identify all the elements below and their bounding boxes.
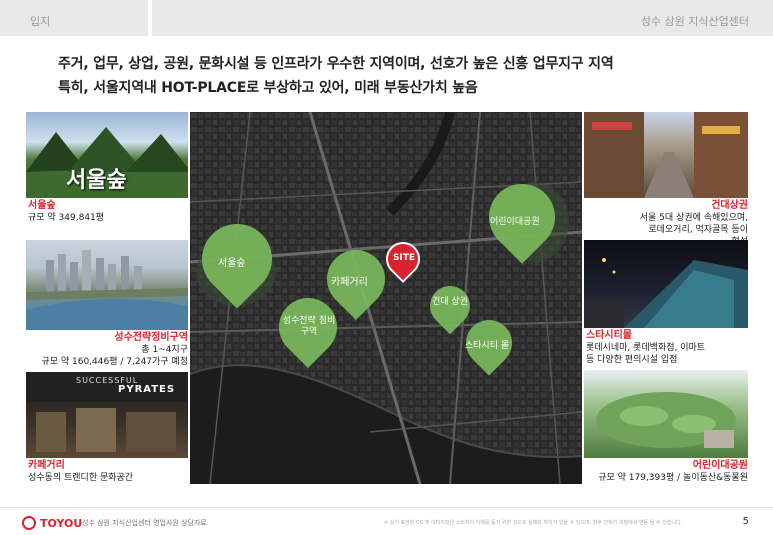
page-number: 5: [742, 516, 749, 527]
konkuk-area-photo: [584, 112, 748, 198]
marker-seoul-forest-label: 서울숲: [218, 258, 246, 269]
header-right-bar: 성수 삼원 지식산업센터: [152, 0, 773, 36]
cafe-street-photo: SUCCESSFUL PYRATES: [26, 372, 188, 458]
site-marker-label: SITE: [392, 253, 416, 263]
renewal-district-desc-2: 규모 약 160,446평 / 7,247가구 예정: [41, 357, 188, 367]
header-left-bar: 입지: [0, 0, 148, 36]
brand-name: TOYOU: [40, 517, 83, 530]
section-label: 입지: [30, 15, 51, 28]
logo-mark-icon: [22, 516, 36, 530]
marker-konkuk-area-label: 건대 상권: [432, 297, 468, 307]
headline-line-1: 주거, 업무, 상업, 공원, 문화시설 등 인프라가 우수한 지역이며, 선호…: [58, 56, 614, 72]
childrens-park-photo: [584, 370, 748, 458]
starcity-mall-desc-1: 롯데시네마, 롯데백화점, 이마트: [586, 343, 706, 353]
konkuk-area-desc-1: 서울 5대 상권에 속해있으며,: [639, 213, 748, 223]
starcity-mall-desc-2: 등 다양한 편의시설 입점: [586, 355, 678, 365]
footer-disclaimer: ※ 상기 표현된 CG 및 이미지컷은 소비자의 이해를 돕기 위한 것으로 실…: [384, 520, 683, 526]
childrens-park-desc: 규모 약 179,393평 / 놀이동산&동물원: [598, 473, 748, 483]
konkuk-area-desc-2: 로데오거리, 먹자골목 등이: [648, 225, 748, 235]
starcity-mall-caption: 스타시티몰 롯데시네마, 롯데백화점, 이마트 등 다양한 편의시설 입점: [586, 330, 705, 366]
mall-illustration: [584, 258, 748, 328]
footer: TOYOU 성수 삼원 지식산업센터 영업사원 상담자료 ※ 상기 표현된 CG…: [0, 507, 773, 535]
map-graphic: [190, 112, 582, 484]
brand-logo: TOYOU: [22, 516, 82, 530]
marker-renewal-district-label: 성수전략 정비구역: [282, 316, 336, 337]
apartments-illustration: [26, 250, 188, 330]
marker-childrens-park-label: 어린이대공원: [490, 217, 540, 227]
renewal-district-caption: 성수전략정비구역 총 1~4지구 규모 약 160,446평 / 7,247가구…: [26, 332, 188, 368]
childrens-park-caption: 어린이대공원 규모 약 179,393평 / 놀이동산&동물원: [584, 460, 748, 484]
headline-line-2: 특히, 서울지역내 HOT-PLACE로 부상하고 있어, 미래 부동산가치 높…: [58, 80, 478, 96]
project-title: 성수 삼원 지식산업센터: [640, 15, 749, 28]
park-illustration: [596, 392, 736, 448]
renewal-district-title: 성수전략정비구역: [114, 332, 188, 343]
marker-cafe-street-label: 카페거리: [331, 277, 368, 288]
seoul-forest-caption: 서울숲 규모 약 349,841평: [28, 200, 104, 224]
seoul-forest-photo: 서울숲: [26, 112, 188, 198]
konkuk-area-title: 건대상권: [711, 200, 748, 211]
marker-starcity-mall-label: 스타시티 몰: [464, 341, 510, 351]
starcity-mall-photo: [584, 240, 748, 328]
seoul-forest-photo-text: 서울숲: [66, 168, 127, 193]
childrens-park-title: 어린이대공원: [692, 460, 748, 471]
starcity-mall-title: 스타시티몰: [586, 330, 632, 341]
headline: 주거, 업무, 상업, 공원, 문화시설 등 인프라가 우수한 지역이며, 선호…: [58, 52, 758, 100]
cafe-street-title: 카페거리: [28, 460, 65, 471]
street-illustration: [584, 112, 748, 198]
seoul-forest-title: 서울숲: [28, 200, 56, 211]
area-map[interactable]: 서울숲 카페거리 성수전략 정비구역 어린이대공원 건대 상권 스타시티 몰 S…: [190, 112, 582, 484]
cafe-street-desc: 성수동의 트렌디한 문화공간: [28, 473, 134, 483]
renewal-district-photo: [26, 240, 188, 330]
cafe-sign: PYRATES: [118, 384, 176, 395]
renewal-district-desc-1: 총 1~4지구: [141, 345, 188, 355]
seoul-forest-desc: 규모 약 349,841평: [28, 213, 105, 223]
footer-text: 성수 삼원 지식산업센터 영업사원 상담자료: [82, 519, 207, 527]
cafe-street-caption: 카페거리 성수동의 트렌디한 문화공간: [28, 460, 133, 484]
